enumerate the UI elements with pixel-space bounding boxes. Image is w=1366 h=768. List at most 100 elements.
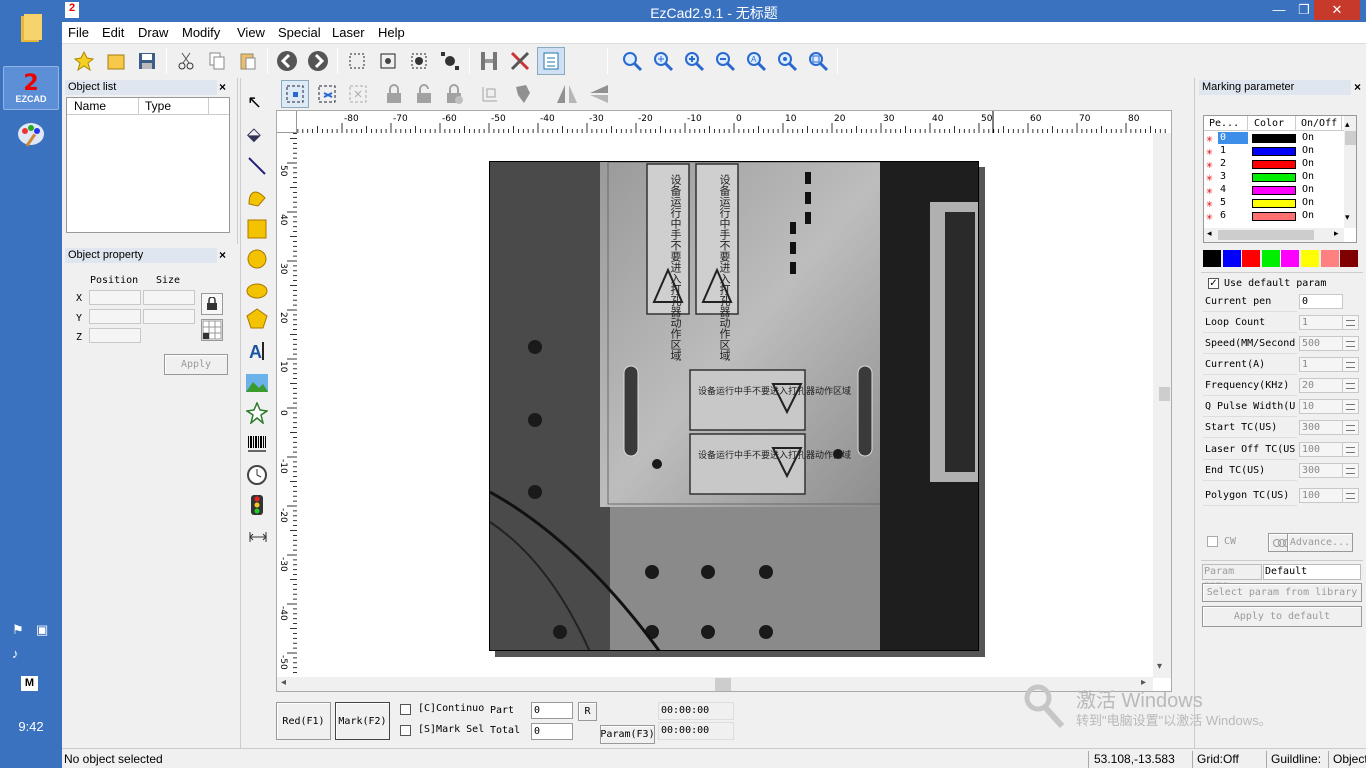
mark-button[interactable]: Mark(F2): [335, 702, 390, 740]
paint-icon[interactable]: [3, 112, 59, 156]
reset-count-button[interactable]: R: [578, 702, 597, 721]
ungroup-icon[interactable]: [436, 47, 464, 75]
rotate-icon[interactable]: [509, 80, 537, 108]
cut-icon[interactable]: [172, 47, 200, 75]
guideline-status[interactable]: Guildline:: [1266, 751, 1326, 768]
lock-icon[interactable]: [201, 293, 223, 315]
pen-row[interactable]: ✳ 6 On: [1204, 210, 1344, 223]
extend-axis-icon[interactable]: [248, 530, 268, 547]
zoom-icon[interactable]: [618, 47, 646, 75]
close-button[interactable]: ✕: [1314, 0, 1360, 20]
pen-row[interactable]: ✳ 1 On: [1204, 145, 1344, 158]
color-column[interactable]: Color: [1248, 116, 1296, 131]
lock-object-icon[interactable]: [380, 80, 408, 108]
forward-arrow-icon[interactable]: [304, 47, 332, 75]
zoom-workspace-icon[interactable]: [804, 47, 832, 75]
volume-icon[interactable]: ♪: [12, 646, 19, 661]
node-edit-icon[interactable]: [374, 47, 402, 75]
param-spinner[interactable]: [1342, 463, 1359, 478]
copy-icon[interactable]: [203, 47, 231, 75]
menu-modify[interactable]: Modify: [182, 25, 220, 40]
palette-color-swatch[interactable]: [1320, 250, 1339, 267]
grid-status[interactable]: Grid:Off: [1192, 751, 1264, 768]
node-edit-pointer-icon[interactable]: ⬙: [247, 124, 261, 145]
palette-color-swatch[interactable]: [1242, 250, 1261, 267]
zoom-object-icon[interactable]: [773, 47, 801, 75]
open-folder-icon[interactable]: [102, 47, 130, 75]
hatch-icon[interactable]: [475, 47, 503, 75]
select-frame-icon[interactable]: [343, 47, 371, 75]
column-type[interactable]: Type: [139, 98, 209, 115]
menu-edit[interactable]: Edit: [102, 25, 124, 40]
object-list-table[interactable]: Name Type: [66, 97, 230, 233]
y-position-input[interactable]: [89, 309, 141, 324]
bitmap-icon[interactable]: [245, 372, 269, 397]
menu-draw[interactable]: Draw: [138, 25, 168, 40]
palette-color-swatch[interactable]: [1203, 250, 1221, 267]
vertical-scrollbar[interactable]: ▾: [1153, 133, 1171, 678]
align-icon[interactable]: [476, 80, 504, 108]
use-default-checkbox[interactable]: ✓: [1208, 278, 1219, 289]
object-snap-status[interactable]: Object:Ot: [1328, 751, 1366, 768]
onoff-column[interactable]: On/Off: [1296, 116, 1342, 131]
mark-selected-checkbox[interactable]: [400, 725, 411, 736]
x-size-input[interactable]: [143, 290, 195, 305]
param-spinner[interactable]: [1342, 336, 1359, 351]
pen-row[interactable]: ✳ 5 On: [1204, 197, 1344, 210]
drawing-canvas[interactable]: -80 -70 -60 -50 -40 -30 -20 -10 0 10 20 30 40 50 60 70 8…: [276, 110, 1172, 692]
unlock-object-icon[interactable]: [410, 80, 438, 108]
zoom-out-icon[interactable]: [711, 47, 739, 75]
menu-file[interactable]: File: [68, 25, 89, 40]
pen-row[interactable]: ✳ 2 On: [1204, 158, 1344, 171]
new-file-icon[interactable]: [70, 47, 98, 75]
param-value-input[interactable]: 10: [1299, 399, 1343, 414]
rectangle-icon[interactable]: [246, 218, 268, 243]
palette-color-swatch[interactable]: [1340, 250, 1359, 267]
pen-list-hscroll-thumb[interactable]: [1218, 230, 1314, 240]
pen-list-right-icon[interactable]: ▸: [1334, 228, 1339, 239]
param-value-input[interactable]: 300: [1299, 463, 1343, 478]
menu-view[interactable]: View: [237, 25, 265, 40]
save-icon[interactable]: [133, 47, 161, 75]
advance-button[interactable]: Advance...: [1287, 533, 1353, 552]
scroll-down-icon[interactable]: ▾: [1157, 661, 1162, 672]
zoom-window-icon[interactable]: [649, 47, 677, 75]
curve-icon[interactable]: [246, 186, 268, 211]
continuous-checkbox[interactable]: [400, 704, 411, 715]
zoom-all-icon[interactable]: A: [742, 47, 770, 75]
ezcad-taskbar-icon[interactable]: 2 EZCAD: [3, 66, 59, 110]
total-count-input[interactable]: 0: [531, 723, 573, 740]
param-value-input[interactable]: 100: [1299, 488, 1343, 503]
x-position-input[interactable]: [89, 290, 141, 305]
transform-box-icon[interactable]: [313, 80, 341, 108]
pen-row[interactable]: ✳ 3 On: [1204, 171, 1344, 184]
horizontal-scroll-thumb[interactable]: [715, 678, 731, 691]
marking-parameter-close-icon[interactable]: ×: [1354, 80, 1361, 94]
palette-color-swatch[interactable]: [1261, 250, 1280, 267]
param-value-input[interactable]: 0: [1299, 294, 1343, 309]
z-position-input[interactable]: [89, 328, 141, 343]
param-spinner[interactable]: [1342, 488, 1359, 503]
part-count-input[interactable]: 0: [531, 702, 573, 719]
param-spinner[interactable]: [1342, 378, 1359, 393]
column-name[interactable]: Name: [67, 98, 139, 115]
param-value-input[interactable]: 100: [1299, 442, 1343, 457]
param-value-input[interactable]: 500: [1299, 336, 1343, 351]
network-error-icon[interactable]: ▣: [36, 622, 48, 638]
menu-special[interactable]: Special: [278, 25, 321, 40]
file-explorer-icon[interactable]: [3, 6, 59, 50]
cancel-select-icon[interactable]: [344, 80, 372, 108]
action-center-icon[interactable]: ⚑: [12, 622, 24, 638]
select-param-library-button[interactable]: Select param from library: [1202, 583, 1362, 602]
apply-to-default-button[interactable]: Apply to default: [1202, 606, 1362, 627]
scroll-left-icon[interactable]: ◂: [281, 677, 286, 688]
barcode-icon[interactable]: [247, 434, 267, 457]
palette-color-swatch[interactable]: [1281, 250, 1300, 267]
cw-checkbox[interactable]: [1207, 536, 1218, 547]
pen-list-vscroll-thumb[interactable]: [1345, 131, 1356, 145]
text-icon[interactable]: A: [246, 340, 268, 365]
line-icon[interactable]: [247, 156, 267, 179]
param-value-input[interactable]: 1: [1299, 357, 1343, 372]
param-value-input[interactable]: 300: [1299, 420, 1343, 435]
param-value-input[interactable]: 1: [1299, 315, 1343, 330]
